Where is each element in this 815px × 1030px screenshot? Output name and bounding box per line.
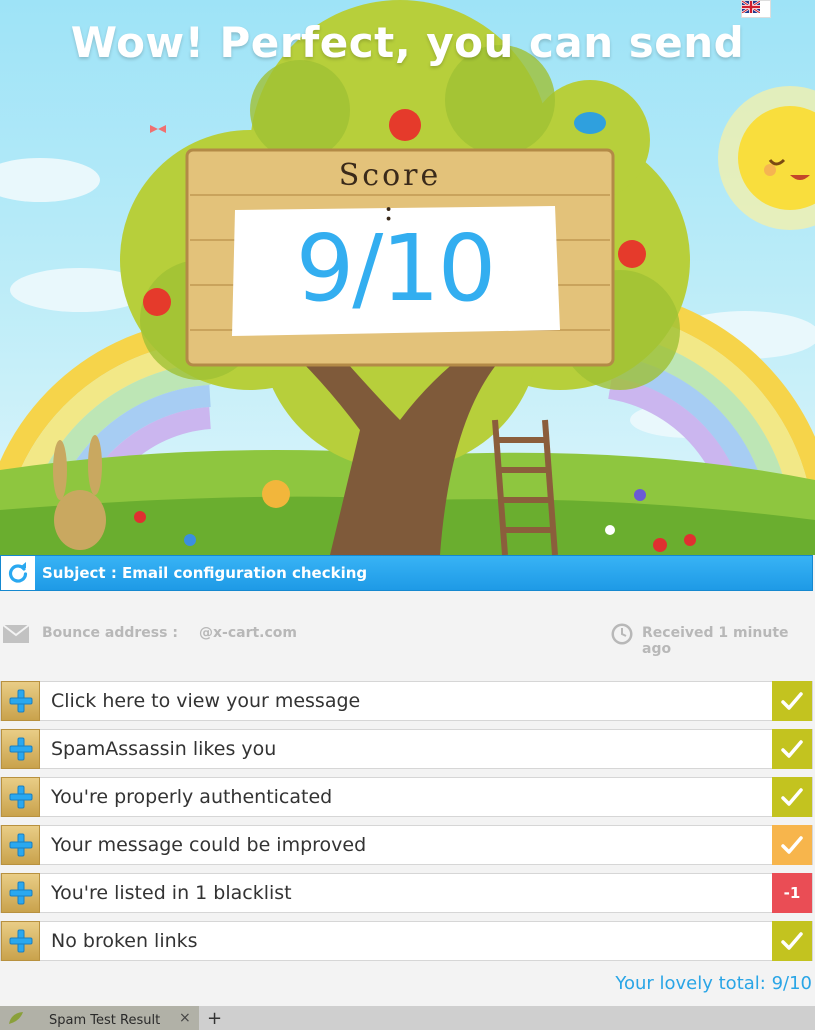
- leaf-icon: [9, 1012, 23, 1024]
- result-label: Click here to view your message: [51, 690, 361, 712]
- plus-icon: [9, 881, 32, 905]
- tab-close-icon[interactable]: ×: [179, 1010, 191, 1026]
- checkmark-icon: [781, 740, 803, 758]
- plus-icon: [9, 833, 32, 857]
- result-row[interactable]: Your message could be improved: [0, 825, 813, 865]
- subject-bar: Subject : Email configuration checking: [0, 555, 813, 591]
- expand-button[interactable]: [1, 777, 40, 817]
- result-label: No broken links: [51, 930, 198, 952]
- received-time: Received 1 minute ago: [642, 625, 789, 657]
- plus-icon: [9, 785, 32, 809]
- status-badge: [772, 777, 812, 817]
- result-row[interactable]: No broken links: [0, 921, 813, 961]
- status-badge: [772, 921, 812, 961]
- hero-illustration: Wow! Perfect, you can send Score : 9/10: [0, 0, 815, 555]
- result-label: Your message could be improved: [51, 834, 367, 856]
- tab-label: Spam Test Result: [49, 1013, 161, 1028]
- status-badge: -1: [772, 873, 812, 913]
- checkmark-icon: [781, 932, 803, 950]
- plus-icon: [9, 737, 32, 761]
- subject-text: Subject : Email configuration checking: [42, 564, 368, 582]
- expand-button[interactable]: [1, 873, 40, 913]
- expand-button[interactable]: [1, 681, 40, 721]
- checkmark-icon: [781, 836, 803, 854]
- result-row[interactable]: You're properly authenticated: [0, 777, 813, 817]
- result-label: You're listed in 1 blacklist: [51, 882, 292, 904]
- plus-icon: [9, 929, 32, 953]
- expand-button[interactable]: [1, 825, 40, 865]
- result-row[interactable]: You're listed in 1 blacklist -1: [0, 873, 813, 913]
- refresh-button[interactable]: [1, 556, 35, 590]
- checkmark-icon: [781, 788, 803, 806]
- penalty-value: -1: [783, 884, 801, 902]
- result-label: SpamAssassin likes you: [51, 738, 277, 760]
- expand-button[interactable]: [1, 921, 40, 961]
- result-headline: Wow! Perfect, you can send: [70, 18, 745, 67]
- result-row[interactable]: SpamAssassin likes you: [0, 729, 813, 769]
- browser-tab-bar: Spam Test Result × +: [0, 1006, 815, 1030]
- bounce-address-value: @x-cart.com: [199, 625, 298, 641]
- refresh-icon: [8, 562, 28, 583]
- meta-row: Bounce address : @x-cart.com Received 1 …: [0, 620, 815, 657]
- results-list: Click here to view your message SpamAssas…: [0, 681, 813, 969]
- language-flag-icon[interactable]: [741, 0, 771, 18]
- clock-icon: [611, 623, 633, 645]
- checkmark-icon: [781, 692, 803, 710]
- result-row[interactable]: Click here to view your message: [0, 681, 813, 721]
- envelope-icon: [2, 624, 30, 643]
- plus-icon: [9, 689, 32, 713]
- status-badge: [772, 825, 812, 865]
- expand-button[interactable]: [1, 729, 40, 769]
- new-tab-button[interactable]: +: [207, 1008, 222, 1029]
- score-value: 9/10: [295, 215, 497, 322]
- status-badge: [772, 681, 812, 721]
- status-badge: [772, 729, 812, 769]
- tab-spam-test-result[interactable]: Spam Test Result ×: [0, 1006, 199, 1030]
- result-label: You're properly authenticated: [51, 786, 333, 808]
- total-score: Your lovely total: 9/10: [615, 973, 812, 994]
- bounce-address-label: Bounce address :: [42, 625, 178, 641]
